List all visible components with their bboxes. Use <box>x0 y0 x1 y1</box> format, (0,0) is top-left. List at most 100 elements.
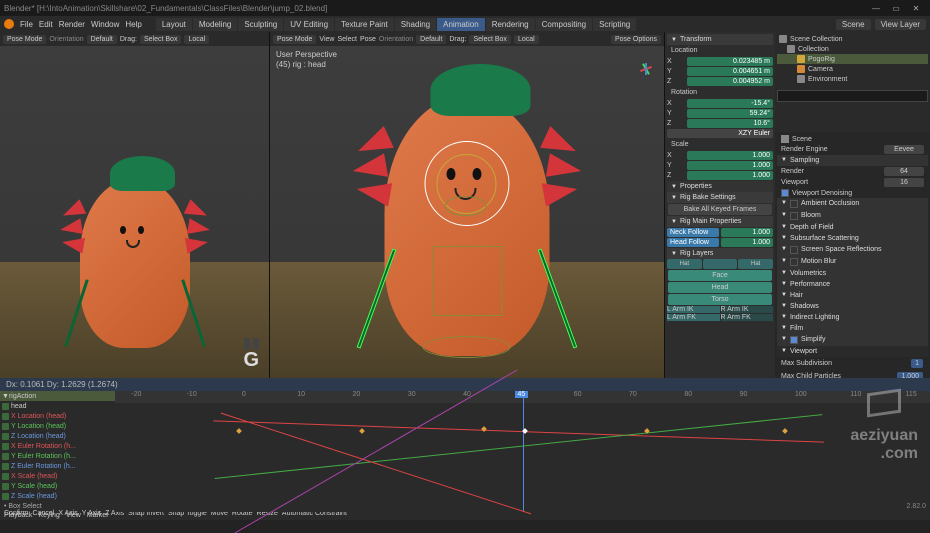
vp2-view[interactable]: View <box>319 36 334 43</box>
viewport-camera[interactable]: Pose Mode Orientation Default Drag: Sele… <box>0 32 270 378</box>
properties-header[interactable]: Properties <box>667 181 773 192</box>
tab-scripting[interactable]: Scripting <box>593 18 636 31</box>
rig-layer-torso[interactable]: Torso <box>668 294 772 305</box>
vp2-pose[interactable]: Pose <box>360 36 376 43</box>
outliner[interactable]: Scene Collection Collection PogoRig Came… <box>775 32 930 132</box>
viewport-denoise-check[interactable] <box>781 189 789 197</box>
menu-edit[interactable]: Edit <box>39 20 53 29</box>
vp2-mode[interactable]: Pose Mode <box>273 35 316 44</box>
tab-rendering[interactable]: Rendering <box>486 18 535 31</box>
scene-field[interactable]: Scene <box>836 19 871 30</box>
tab-animation[interactable]: Animation <box>437 18 485 31</box>
tab-uv[interactable]: UV Editing <box>284 18 334 31</box>
transform-header[interactable]: Transform <box>667 34 773 45</box>
playhead[interactable]: 45 <box>523 391 524 512</box>
simplify-viewport[interactable]: Viewport <box>777 346 928 357</box>
loc-x[interactable]: 0.023485 m <box>687 57 773 66</box>
hair-header[interactable]: Hair <box>777 290 928 301</box>
head-follow[interactable]: Head Follow <box>667 238 719 247</box>
rot-z[interactable]: 10.6° <box>687 119 773 128</box>
visibility-icon[interactable] <box>2 483 9 490</box>
neck-follow[interactable]: Neck Follow <box>667 228 719 237</box>
rig-rarm-fk[interactable]: R Arm FK <box>721 314 774 321</box>
ao-header[interactable]: Ambient Occlusion <box>777 198 928 210</box>
motionblur-header[interactable]: Motion Blur <box>777 256 928 268</box>
visibility-icon[interactable] <box>2 413 9 420</box>
loc-z[interactable]: 0.004952 m <box>687 77 773 86</box>
visibility-icon[interactable] <box>2 433 9 440</box>
ssr-header[interactable]: Screen Space Reflections <box>777 244 928 256</box>
vp2-orientation[interactable]: Default <box>416 35 446 44</box>
simplify-header[interactable]: Simplify <box>777 334 928 346</box>
sss-header[interactable]: Subsurface Scattering <box>777 233 928 244</box>
rig-layer-face[interactable]: Face <box>668 270 772 281</box>
scale-z[interactable]: 1.000 <box>687 171 773 180</box>
tab-sculpting[interactable]: Sculpting <box>238 18 283 31</box>
dof-header[interactable]: Depth of Field <box>777 222 928 233</box>
rig-bake-header[interactable]: Rig Bake Settings <box>667 192 773 203</box>
scale-x[interactable]: 1.000 <box>687 151 773 160</box>
channel-row[interactable]: Y Location (head) <box>0 421 115 431</box>
minimize-button[interactable]: — <box>866 4 886 13</box>
tab-shading[interactable]: Shading <box>395 18 436 31</box>
rot-mode[interactable]: XZY Euler <box>667 129 773 138</box>
channel-row[interactable]: Y Scale (head) <box>0 481 115 491</box>
menu-help[interactable]: Help <box>125 20 141 29</box>
rot-y[interactable]: 59.24° <box>687 109 773 118</box>
graph-area[interactable]: -20-100102030405060708090100110115 45 2.… <box>115 391 930 512</box>
loc-y[interactable]: 0.004651 m <box>687 67 773 76</box>
tab-texture[interactable]: Texture Paint <box>335 18 394 31</box>
rig-main-header[interactable]: Rig Main Properties <box>667 216 773 227</box>
outliner-camera[interactable]: Camera <box>777 64 928 74</box>
scene-collection[interactable]: Scene Collection <box>777 34 928 44</box>
visibility-icon[interactable] <box>2 463 9 470</box>
shadows-header[interactable]: Shadows <box>777 301 928 312</box>
channel-row[interactable]: X Scale (head) <box>0 471 115 481</box>
rot-x[interactable]: -15.4° <box>687 99 773 108</box>
visibility-icon[interactable] <box>2 443 9 450</box>
viewlayer-field[interactable]: View Layer <box>875 19 926 30</box>
vp2-local[interactable]: Local <box>514 35 539 44</box>
channel-row[interactable]: head <box>0 401 115 411</box>
menu-window[interactable]: Window <box>91 20 119 29</box>
channel-row[interactable]: X Euler Rotation (h... <box>0 441 115 451</box>
menu-render[interactable]: Render <box>59 20 85 29</box>
tab-compositing[interactable]: Compositing <box>536 18 592 31</box>
vp1-canvas[interactable]: G <box>0 46 269 378</box>
vp2-drag[interactable]: Select Box <box>469 35 510 44</box>
vp1-drag[interactable]: Select Box <box>140 35 181 44</box>
tab-layout[interactable]: Layout <box>156 18 192 31</box>
rig-layer-hat2[interactable]: Hat <box>738 259 773 269</box>
render-engine[interactable]: Eevee <box>884 145 924 154</box>
tab-modeling[interactable]: Modeling <box>193 18 237 31</box>
bake-button[interactable]: Bake All Keyed Frames <box>668 204 772 215</box>
orientation-gizmo[interactable] <box>626 54 656 84</box>
rig-layer-empty[interactable] <box>703 259 738 269</box>
collection-row[interactable]: Collection <box>777 44 928 54</box>
vp1-mode[interactable]: Pose Mode <box>3 35 46 44</box>
film-header[interactable]: Film <box>777 323 928 334</box>
maximize-button[interactable]: ▭ <box>886 4 906 13</box>
visibility-icon[interactable] <box>2 403 9 410</box>
visibility-icon[interactable] <box>2 453 9 460</box>
rig-layers-header[interactable]: Rig Layers <box>667 248 773 259</box>
close-button[interactable]: ✕ <box>906 4 926 13</box>
volumetrics-header[interactable]: Volumetrics <box>777 268 928 279</box>
max-subdiv[interactable]: 1 <box>911 359 923 368</box>
samples-viewport[interactable]: 16 <box>884 178 924 187</box>
channel-row[interactable]: Z Location (head) <box>0 431 115 441</box>
channel-list[interactable]: ▼ rigAction headX Location (head)Y Locat… <box>0 391 115 512</box>
rig-layer-hat[interactable]: Hat <box>667 259 702 269</box>
rig-rarm-ik[interactable]: R Arm IK <box>721 306 774 313</box>
visibility-icon[interactable] <box>2 473 9 480</box>
performance-header[interactable]: Performance <box>777 279 928 290</box>
scale-y[interactable]: 1.000 <box>687 161 773 170</box>
vp2-canvas[interactable]: User Perspective (45) rig : head <box>270 46 664 378</box>
channel-row[interactable]: Y Euler Rotation (h... <box>0 451 115 461</box>
indirect-header[interactable]: Indirect Lighting <box>777 312 928 323</box>
outliner-env[interactable]: Environment <box>777 74 928 84</box>
rig-larm-fk[interactable]: L Arm FK <box>667 314 720 321</box>
sampling-header[interactable]: Sampling <box>777 155 928 166</box>
rig-larm-ik[interactable]: L Arm IK <box>667 306 720 313</box>
outliner-pogorig[interactable]: PogoRig <box>777 54 928 64</box>
